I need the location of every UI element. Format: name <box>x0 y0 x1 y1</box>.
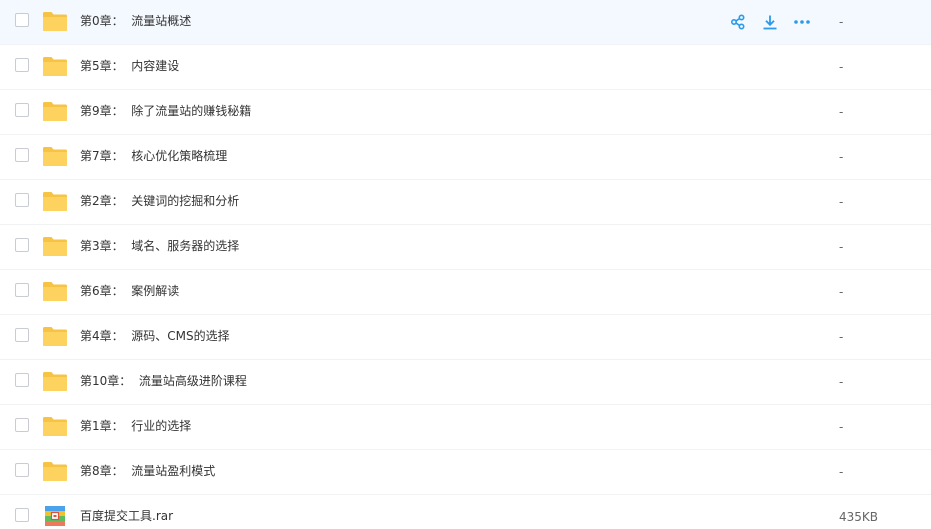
folder-icon <box>43 102 67 121</box>
row-checkbox[interactable] <box>15 148 29 162</box>
folder-icon <box>43 57 67 76</box>
file-size: - <box>839 330 844 344</box>
download-icon[interactable] <box>760 12 780 32</box>
file-name[interactable]: 百度提交工具.rar <box>80 495 173 529</box>
row-checkbox[interactable] <box>15 58 29 72</box>
folder-icon <box>43 282 67 301</box>
row-checkbox[interactable] <box>15 463 29 477</box>
file-name[interactable]: 第7章： 核心优化策略梳理 <box>80 135 227 179</box>
row-checkbox[interactable] <box>15 508 29 522</box>
file-name[interactable]: 第4章： 源码、CMS的选择 <box>80 315 230 359</box>
file-size: - <box>839 195 844 209</box>
file-name[interactable]: 第1章： 行业的选择 <box>80 405 191 449</box>
row-checkbox[interactable] <box>15 418 29 432</box>
row-actions <box>728 12 812 32</box>
file-size: - <box>839 150 844 164</box>
file-name[interactable]: 第2章： 关键词的挖掘和分析 <box>80 180 239 224</box>
list-item[interactable]: 第9章： 除了流量站的赚钱秘籍 - <box>0 90 931 135</box>
file-size: - <box>839 375 844 389</box>
file-size: - <box>839 105 844 119</box>
list-item[interactable]: 第8章： 流量站盈利模式 - <box>0 450 931 495</box>
list-item[interactable]: 第10章： 流量站高级进阶课程 - <box>0 360 931 405</box>
row-checkbox[interactable] <box>15 13 29 27</box>
folder-icon <box>43 462 67 481</box>
rar-archive-icon <box>45 506 65 526</box>
file-size: 435KB <box>839 510 879 524</box>
list-item[interactable]: 第1章： 行业的选择 - <box>0 405 931 450</box>
folder-icon <box>43 12 67 31</box>
list-item[interactable]: 第5章： 内容建设 - <box>0 45 931 90</box>
file-name[interactable]: 第5章： 内容建设 <box>80 45 179 89</box>
folder-icon <box>43 327 67 346</box>
file-name[interactable]: 第10章： 流量站高级进阶课程 <box>80 360 247 404</box>
list-item[interactable]: 第7章： 核心优化策略梳理 - <box>0 135 931 180</box>
row-checkbox[interactable] <box>15 373 29 387</box>
file-size: - <box>839 465 844 479</box>
file-name[interactable]: 第3章： 域名、服务器的选择 <box>80 225 239 269</box>
list-item[interactable]: 第6章： 案例解读 - <box>0 270 931 315</box>
list-item[interactable]: 第2章： 关键词的挖掘和分析 - <box>0 180 931 225</box>
file-list: 第0章： 流量站概述 - 第5章： 内容建设 - 第9章： 除了流量站的赚钱秘籍… <box>0 0 931 529</box>
file-name[interactable]: 第0章： 流量站概述 <box>80 0 191 44</box>
row-checkbox[interactable] <box>15 103 29 117</box>
list-item[interactable]: 第3章： 域名、服务器的选择 - <box>0 225 931 270</box>
row-checkbox[interactable] <box>15 283 29 297</box>
row-checkbox[interactable] <box>15 238 29 252</box>
file-name[interactable]: 第8章： 流量站盈利模式 <box>80 450 215 494</box>
list-item[interactable]: 第0章： 流量站概述 - <box>0 0 931 45</box>
row-checkbox[interactable] <box>15 328 29 342</box>
folder-icon <box>43 147 67 166</box>
list-item[interactable]: 第4章： 源码、CMS的选择 - <box>0 315 931 360</box>
folder-icon <box>43 237 67 256</box>
row-checkbox[interactable] <box>15 193 29 207</box>
list-item[interactable]: 百度提交工具.rar 435KB <box>0 495 931 529</box>
more-icon[interactable] <box>792 12 812 32</box>
file-size: - <box>839 240 844 254</box>
folder-icon <box>43 192 67 211</box>
folder-icon <box>43 417 67 436</box>
file-size: - <box>839 60 844 74</box>
folder-icon <box>43 372 67 391</box>
file-size: - <box>839 285 844 299</box>
file-name[interactable]: 第6章： 案例解读 <box>80 270 179 314</box>
share-icon[interactable] <box>728 12 748 32</box>
file-size: - <box>839 15 844 29</box>
file-name[interactable]: 第9章： 除了流量站的赚钱秘籍 <box>80 90 251 134</box>
file-size: - <box>839 420 844 434</box>
